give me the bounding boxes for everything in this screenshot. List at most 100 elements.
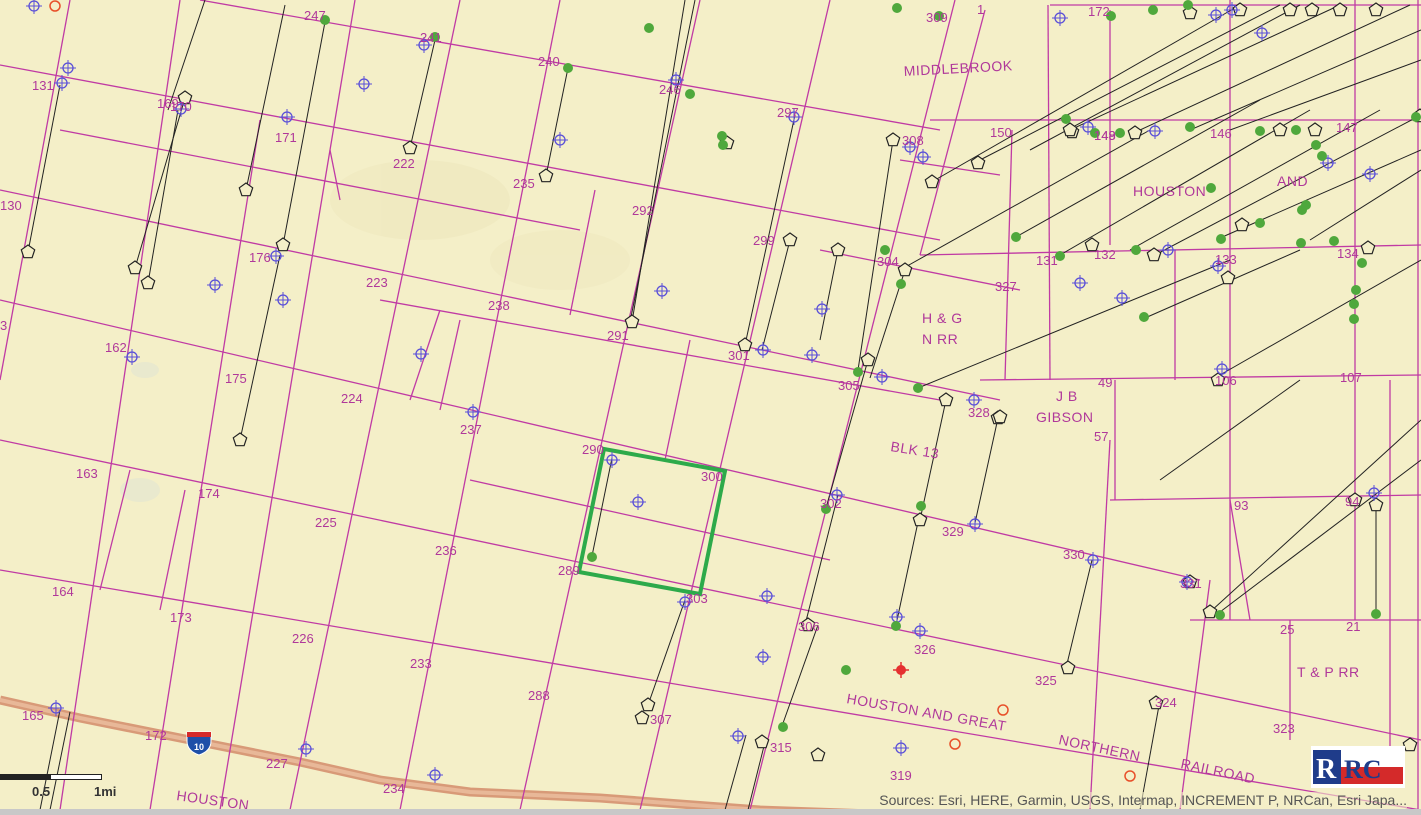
plugged-well-icon[interactable] (20, 244, 36, 259)
oil-well-icon[interactable] (1148, 5, 1158, 15)
oil-well-icon[interactable] (1206, 183, 1216, 193)
map-canvas[interactable]: 10 131 131 130 169 170 171 175 176 174 173 164 165 1… (0, 0, 1421, 815)
plugged-well-icon[interactable] (1307, 122, 1323, 137)
oil-well-icon[interactable] (1115, 128, 1125, 138)
plugged-well-icon[interactable] (232, 432, 248, 447)
plugged-well-icon[interactable] (140, 275, 156, 290)
plugged-well-icon[interactable] (885, 132, 901, 147)
plugged-well-icon[interactable] (640, 697, 656, 712)
plugged-well-icon[interactable] (1360, 240, 1376, 255)
oil-well-icon[interactable] (1011, 232, 1021, 242)
oil-well-icon[interactable] (1131, 245, 1141, 255)
permit-location-icon[interactable] (912, 623, 928, 639)
plugged-well-icon[interactable] (924, 174, 940, 189)
permit-location-icon[interactable] (1114, 290, 1130, 306)
permit-location-icon[interactable] (604, 452, 620, 468)
oil-well-icon[interactable] (916, 501, 926, 511)
plugged-well-icon[interactable] (275, 237, 291, 252)
permit-location-icon[interactable] (893, 740, 909, 756)
oil-well-icon[interactable] (853, 367, 863, 377)
permit-location-icon[interactable] (207, 277, 223, 293)
permit-location-icon[interactable] (755, 342, 771, 358)
plugged-well-icon[interactable] (754, 734, 770, 749)
plugged-well-icon[interactable] (830, 242, 846, 257)
plugged-well-icon[interactable] (938, 392, 954, 407)
permit-location-icon[interactable] (1366, 485, 1382, 501)
permit-location-icon[interactable] (1208, 7, 1224, 23)
plugged-well-icon[interactable] (1127, 125, 1143, 140)
plugged-well-icon[interactable] (402, 140, 418, 155)
oil-well-icon[interactable] (1291, 125, 1301, 135)
oil-well-icon[interactable] (1139, 312, 1149, 322)
oil-well-icon[interactable] (891, 621, 901, 631)
map-attribution[interactable]: Sources: Esri, HERE, Garmin, USGS, Inter… (879, 792, 1407, 808)
plugged-well-icon[interactable] (1060, 660, 1076, 675)
permit-location-icon[interactable] (279, 109, 295, 125)
oil-well-icon[interactable] (1349, 299, 1359, 309)
plugged-well-icon[interactable] (1220, 270, 1236, 285)
oil-well-icon[interactable] (1296, 238, 1306, 248)
oil-well-icon[interactable] (644, 23, 654, 33)
oil-well-icon[interactable] (563, 63, 573, 73)
oil-well-icon[interactable] (1351, 285, 1361, 295)
plugged-well-icon[interactable] (238, 182, 254, 197)
plugged-well-icon[interactable] (624, 314, 640, 329)
oil-well-icon[interactable] (1311, 140, 1321, 150)
oil-well-icon[interactable] (685, 89, 695, 99)
permit-location-icon[interactable] (1085, 552, 1101, 568)
oil-well-icon[interactable] (1255, 218, 1265, 228)
oil-well-icon[interactable] (1216, 234, 1226, 244)
plugged-well-icon[interactable] (1202, 604, 1218, 619)
plugged-well-icon[interactable] (1062, 122, 1078, 137)
oil-well-icon[interactable] (896, 279, 906, 289)
permit-location-icon[interactable] (275, 292, 291, 308)
oil-well-icon[interactable] (1317, 151, 1327, 161)
permit-location-icon[interactable] (804, 347, 820, 363)
permit-location-icon[interactable] (298, 741, 314, 757)
permit-location-icon[interactable] (874, 369, 890, 385)
permit-location-icon[interactable] (730, 728, 746, 744)
permit-location-icon[interactable] (427, 767, 443, 783)
permit-location-icon[interactable] (630, 494, 646, 510)
map-layer[interactable]: 10 1311311301691701711751761741731641651… (0, 0, 1421, 815)
permit-location-icon[interactable] (465, 404, 481, 420)
oil-well-icon[interactable] (717, 131, 727, 141)
permit-location-icon[interactable] (26, 0, 42, 14)
permit-location-icon[interactable] (1160, 242, 1176, 258)
oil-well-icon[interactable] (1183, 0, 1193, 10)
plugged-well-icon[interactable] (810, 747, 826, 762)
oil-well-icon[interactable] (1371, 609, 1381, 619)
oil-well-icon[interactable] (841, 665, 851, 675)
oil-well-icon[interactable] (892, 3, 902, 13)
plugged-well-icon[interactable] (992, 409, 1008, 424)
permit-location-icon[interactable] (755, 649, 771, 665)
permit-location-icon[interactable] (1052, 10, 1068, 26)
oil-well-icon[interactable] (1215, 610, 1225, 620)
plugged-well-icon[interactable] (1368, 497, 1384, 512)
oil-well-icon[interactable] (1349, 314, 1359, 324)
permit-location-icon[interactable] (654, 283, 670, 299)
plugged-well-icon[interactable] (860, 352, 876, 367)
oil-well-icon[interactable] (587, 552, 597, 562)
plugged-well-icon[interactable] (1402, 737, 1418, 752)
oil-well-icon[interactable] (1061, 114, 1071, 124)
permit-location-icon[interactable] (1362, 166, 1378, 182)
plugged-well-icon[interactable] (912, 512, 928, 527)
oil-well-icon[interactable] (913, 383, 923, 393)
permit-location-icon[interactable] (759, 588, 775, 604)
oil-well-icon[interactable] (778, 722, 788, 732)
permit-location-icon[interactable] (60, 60, 76, 76)
permit-location-icon[interactable] (1072, 275, 1088, 291)
plugged-well-icon[interactable] (634, 710, 650, 725)
plugged-well-icon[interactable] (782, 232, 798, 247)
oil-well-icon[interactable] (1301, 200, 1311, 210)
oil-well-icon[interactable] (1329, 236, 1339, 246)
oil-well-icon[interactable] (718, 140, 728, 150)
permit-location-icon[interactable] (356, 76, 372, 92)
permit-location-icon[interactable] (967, 516, 983, 532)
oil-well-icon[interactable] (1185, 122, 1195, 132)
plugged-well-icon[interactable] (538, 168, 554, 183)
oil-well-icon[interactable] (1255, 126, 1265, 136)
oil-well-icon[interactable] (1411, 112, 1421, 122)
plugged-well-icon[interactable] (1234, 217, 1250, 232)
